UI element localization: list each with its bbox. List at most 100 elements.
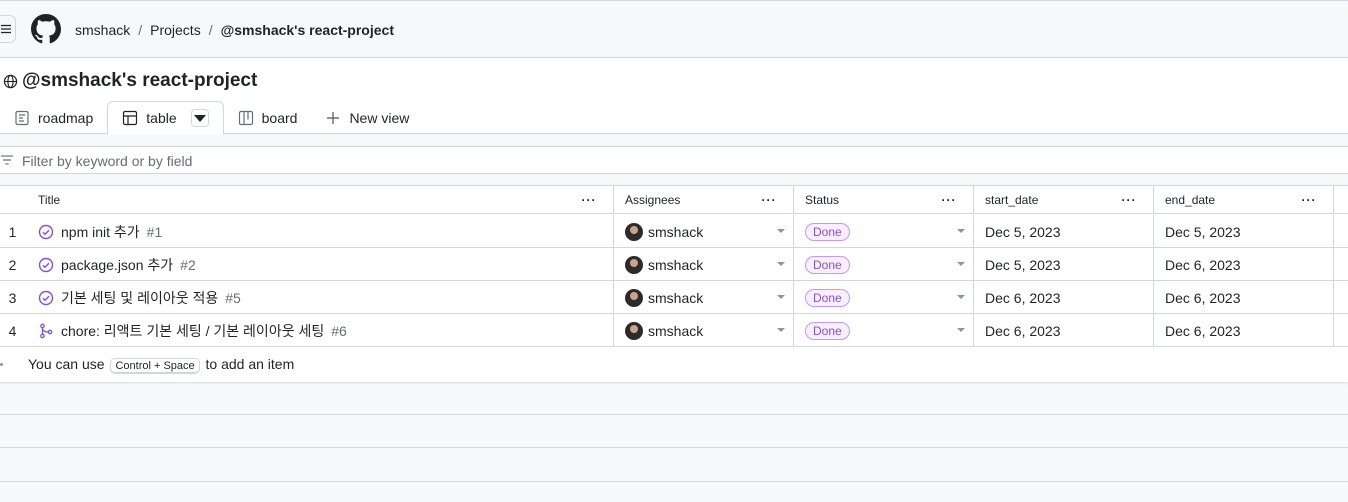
chevron-down-icon[interactable] [777, 262, 785, 266]
tab-table[interactable]: table [107, 101, 224, 135]
triangle-down-icon [193, 115, 206, 122]
chevron-down-icon[interactable] [957, 229, 965, 233]
start-date-cell[interactable]: Dec 5, 2023 [974, 248, 1154, 281]
table-header: Title ··· Assignees ··· Status ··· start… [0, 186, 1348, 214]
end-date-cell[interactable]: Dec 6, 2023 [1154, 281, 1334, 314]
items-table: Title ··· Assignees ··· Status ··· start… [0, 185, 1348, 382]
keyboard-shortcut: Control + Space [110, 358, 200, 374]
item-number[interactable]: #2 [180, 257, 196, 273]
chevron-down-icon[interactable] [957, 328, 965, 332]
column-label: Title [38, 193, 61, 207]
assignee-cell[interactable]: smshack [614, 281, 794, 314]
pull-request-merged-icon [40, 323, 53, 338]
github-logo-icon[interactable] [31, 14, 61, 44]
status-cell[interactable]: Done [794, 215, 974, 248]
breadcrumb-projects[interactable]: Projects [150, 22, 201, 38]
assignee-cell[interactable]: smshack [614, 215, 794, 248]
chevron-down-icon[interactable] [957, 262, 965, 266]
breadcrumb-current[interactable]: @smshack's react-project [221, 22, 394, 38]
table-row[interactable]: 4 chore: 리액트 기본 세팅 / 기본 레이아웃 세팅 #6 smsha… [0, 314, 1348, 347]
assignee-cell[interactable]: smshack [614, 314, 794, 347]
new-view-button[interactable]: New view [311, 102, 423, 134]
start-date-cell[interactable]: Dec 6, 2023 [974, 281, 1154, 314]
column-header-title[interactable]: Title ··· [0, 186, 614, 214]
divider [0, 481, 1348, 482]
assignee-cell[interactable]: smshack [614, 248, 794, 281]
plus-icon [327, 112, 340, 124]
table-icon [123, 110, 138, 126]
chevron-down-icon[interactable] [777, 295, 785, 299]
assignee-name: smshack [648, 223, 704, 240]
hamburger-icon [1, 24, 11, 34]
add-item-row[interactable]: You can use Control + Space to add an it… [0, 348, 1348, 381]
start-date-cell[interactable]: Dec 6, 2023 [974, 314, 1154, 347]
assignee-name: smshack [648, 322, 704, 339]
filter-bar[interactable]: Filter by keyword or by field [0, 146, 1348, 174]
roadmap-icon [15, 110, 29, 126]
chevron-down-icon[interactable] [957, 295, 965, 299]
column-menu-icon[interactable]: ··· [1297, 193, 1321, 207]
issue-closed-icon [38, 257, 54, 272]
menu-button[interactable] [0, 15, 16, 43]
status-badge: Done [805, 321, 850, 340]
avatar [625, 321, 643, 340]
tab-roadmap[interactable]: roadmap [0, 102, 107, 134]
chevron-down-icon[interactable] [777, 229, 785, 233]
end-date-cell[interactable]: Dec 5, 2023 [1154, 215, 1334, 248]
top-bar: smshack / Projects / @smshack's react-pr… [0, 0, 1348, 58]
status-cell[interactable]: Done [794, 281, 974, 314]
table-row[interactable]: 3 기본 세팅 및 레이아웃 적용 #5 smshack Done Dec 6,… [0, 281, 1348, 314]
add-item-indicator [0, 363, 3, 366]
filter-input[interactable]: Filter by keyword or by field [22, 153, 192, 169]
chevron-down-icon[interactable] [777, 328, 785, 332]
column-menu-icon[interactable]: ··· [937, 193, 961, 207]
item-title[interactable]: 기본 세팅 및 레이아웃 적용 [61, 288, 218, 308]
item-title[interactable]: npm init 추가 [61, 222, 140, 242]
status-cell[interactable]: Done [794, 248, 974, 281]
add-item-suffix: to add an item [205, 356, 295, 372]
start-date-cell[interactable]: Dec 5, 2023 [974, 215, 1154, 248]
tab-options-button[interactable] [190, 109, 209, 127]
column-header-start-date[interactable]: start_date ··· [974, 186, 1154, 214]
column-label: start_date [985, 193, 1039, 207]
breadcrumb-owner[interactable]: smshack [75, 22, 130, 38]
column-header-status[interactable]: Status ··· [794, 186, 974, 214]
title-cell[interactable]: package.json 추가 #2 [0, 248, 614, 281]
item-title[interactable]: chore: 리액트 기본 세팅 / 기본 레이아웃 세팅 [61, 321, 324, 341]
tab-label: roadmap [38, 110, 94, 126]
status-cell[interactable]: Done [794, 314, 974, 347]
column-menu-icon[interactable]: ··· [1117, 193, 1141, 207]
breadcrumb: smshack / Projects / @smshack's react-pr… [75, 22, 394, 38]
avatar [625, 222, 643, 241]
avatar [625, 255, 643, 274]
end-date-cell[interactable]: Dec 6, 2023 [1154, 248, 1334, 281]
end-date-cell[interactable]: Dec 6, 2023 [1154, 314, 1334, 347]
column-label: Assignees [625, 193, 681, 207]
title-cell[interactable]: chore: 리액트 기본 세팅 / 기본 레이아웃 세팅 #6 [0, 314, 614, 347]
breadcrumb-separator: / [138, 22, 143, 38]
column-menu-icon[interactable]: ··· [757, 193, 781, 207]
tab-label: board [261, 110, 298, 126]
column-menu-icon[interactable]: ··· [577, 193, 601, 207]
table-row[interactable]: 1 npm init 추가 #1 smshack Done Dec 5, 202… [0, 215, 1348, 248]
issue-closed-icon [38, 224, 54, 239]
new-view-label: New view [349, 110, 410, 126]
status-badge: Done [805, 222, 850, 241]
column-header-end-date[interactable]: end_date ··· [1154, 186, 1334, 214]
column-header-assignees[interactable]: Assignees ··· [614, 186, 794, 214]
title-cell[interactable]: 기본 세팅 및 레이아웃 적용 #5 [0, 281, 614, 314]
item-number[interactable]: #1 [147, 224, 163, 240]
status-badge: Done [805, 288, 850, 307]
divider [0, 414, 1348, 415]
item-number[interactable]: #6 [331, 323, 347, 339]
globe-icon [3, 74, 18, 89]
breadcrumb-separator: / [208, 22, 213, 38]
divider [0, 447, 1348, 448]
title-cell[interactable]: npm init 추가 #1 [0, 215, 614, 248]
tab-board[interactable]: board [224, 102, 312, 134]
column-label: Status [805, 193, 840, 207]
item-title[interactable]: package.json 추가 [61, 255, 173, 275]
item-number[interactable]: #5 [225, 290, 241, 306]
table-row[interactable]: 2 package.json 추가 #2 smshack Done Dec 5,… [0, 248, 1348, 281]
page-title: @smshack's react-project [22, 70, 258, 91]
